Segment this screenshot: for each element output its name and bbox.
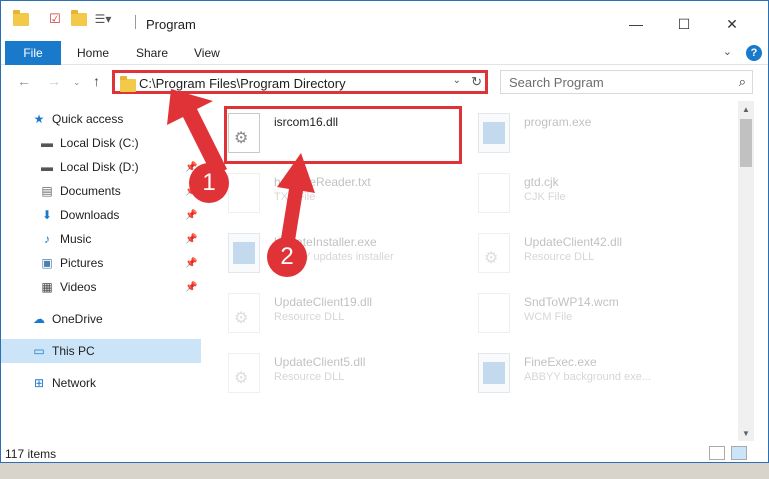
step-2-badge: 2	[267, 237, 307, 277]
annotation-arrows	[167, 89, 315, 253]
arrow-1	[167, 89, 227, 177]
step-1-badge: 1	[189, 163, 229, 203]
explorer-window: ☑ ☰▾ Program — ☐ ✕ File Home Share View …	[0, 0, 769, 463]
